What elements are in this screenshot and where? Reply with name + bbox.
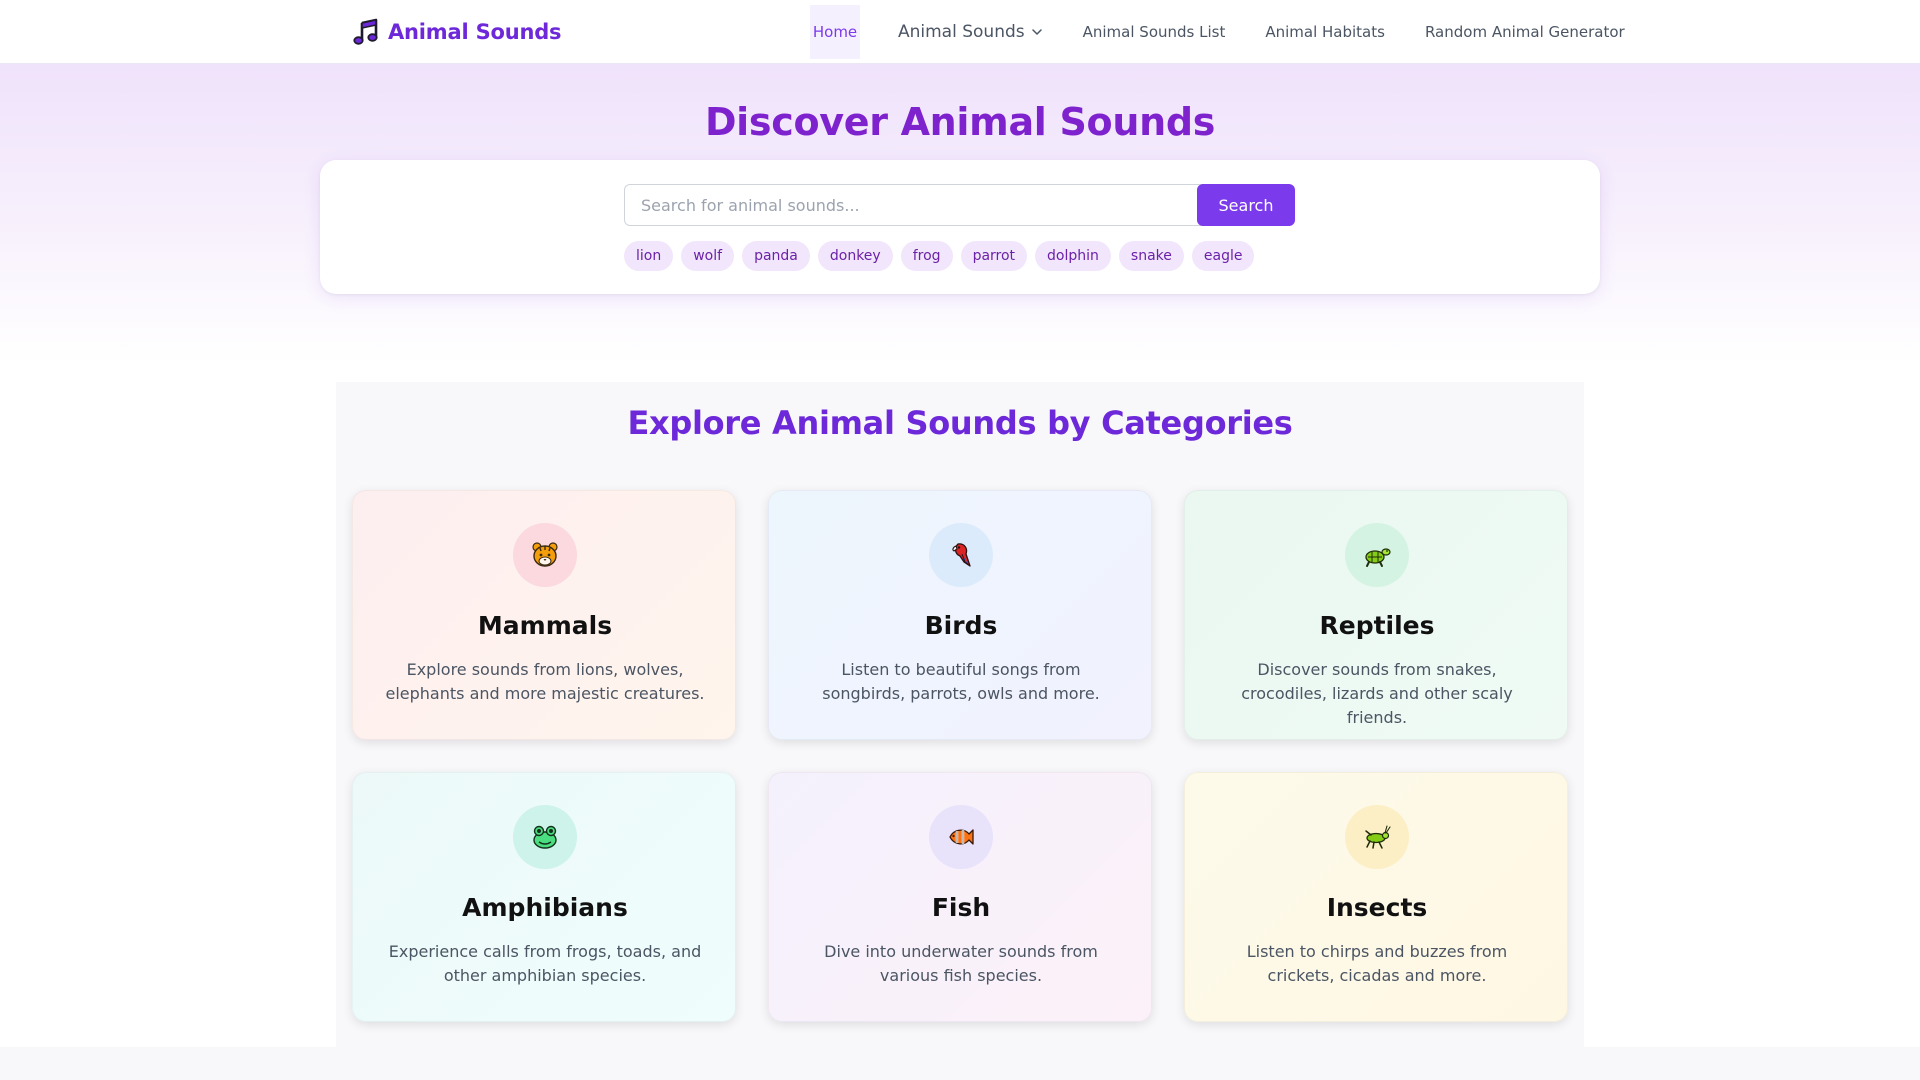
category-card-amphibians[interactable]: Amphibians Experience calls from frogs, …: [352, 772, 736, 1022]
category-title: Mammals: [477, 611, 613, 640]
turtle-icon: [1365, 548, 1391, 567]
category-icon-wrapper: [1345, 805, 1409, 869]
tag-lion[interactable]: lion: [624, 241, 674, 271]
category-title: Reptiles: [1319, 611, 1435, 640]
nav-random-animal-generator[interactable]: Random Animal Generator: [1425, 5, 1625, 59]
tag-frog[interactable]: frog: [900, 241, 953, 271]
category-description: Explore sounds from lions, wolves, eleph…: [385, 660, 705, 703]
category-icon-wrapper: [929, 805, 993, 869]
category-description: Dive into underwater sounds from various…: [824, 942, 1098, 985]
category-card-mammals[interactable]: Mammals Explore sounds from lions, wolve…: [352, 490, 736, 740]
search-button[interactable]: Search: [1197, 184, 1295, 226]
category-description: Experience calls from frogs, toads, and …: [388, 942, 702, 985]
category-icon-wrapper: [513, 805, 577, 869]
fish-icon: [949, 829, 974, 845]
category-description: Listen to beautiful songs from songbirds…: [822, 660, 1100, 703]
categories-title: Explore Animal Sounds by Categories: [627, 404, 1293, 442]
main-nav: Home Animal Sounds Animal Sounds List An…: [810, 5, 1625, 59]
tag-parrot[interactable]: parrot: [960, 241, 1028, 271]
brand-logo-link[interactable]: Animal Sounds: [352, 16, 562, 48]
category-card-insects[interactable]: Insects Listen to chirps and buzzes from…: [1184, 772, 1568, 1022]
tag-panda[interactable]: panda: [742, 241, 810, 271]
tag-donkey[interactable]: donkey: [817, 241, 893, 271]
nav-animal-sounds-list[interactable]: Animal Sounds List: [1083, 5, 1226, 59]
category-icon-wrapper: [513, 523, 577, 587]
category-icon-wrapper: [929, 523, 993, 587]
category-title: Fish: [931, 893, 991, 922]
category-card-birds[interactable]: Birds Listen to beautiful songs from son…: [768, 490, 1152, 740]
frog-icon: [533, 825, 557, 849]
tag-wolf[interactable]: wolf: [681, 241, 735, 271]
hero-title: Discover Animal Sounds: [704, 100, 1216, 144]
category-title: Amphibians: [462, 893, 628, 922]
chevron-down-icon: [1031, 29, 1042, 35]
category-card-fish[interactable]: Fish Dive into underwater sounds from va…: [768, 772, 1152, 1022]
nav-animal-sounds-dropdown[interactable]: Animal Sounds: [898, 5, 1043, 59]
nav-home[interactable]: Home: [810, 5, 860, 59]
category-description: Listen to chirps and buzzes from cricket…: [1246, 942, 1508, 985]
page-bottom-strip: [0, 1047, 1920, 1080]
tag-dolphin[interactable]: dolphin: [1035, 241, 1111, 271]
category-description: Discover sounds from snakes, crocodiles,…: [1241, 660, 1513, 727]
nav-animal-sounds-label: Animal Sounds: [898, 22, 1025, 42]
cricket-icon: [1365, 825, 1391, 849]
brand-name: Animal Sounds: [388, 20, 562, 44]
search-input[interactable]: [624, 184, 1208, 226]
tag-snake[interactable]: snake: [1118, 241, 1184, 271]
tiger-icon: [532, 542, 558, 567]
tag-eagle[interactable]: eagle: [1191, 241, 1255, 271]
category-card-reptiles[interactable]: Reptiles Discover sounds from snakes, cr…: [1184, 490, 1568, 740]
nav-animal-habitats[interactable]: Animal Habitats: [1265, 5, 1385, 59]
popular-tags: lion wolf panda donkey frog parrot dolph…: [624, 241, 1255, 271]
category-title: Insects: [1326, 893, 1428, 922]
category-icon-wrapper: [1345, 523, 1409, 587]
categories-section: Explore Animal Sounds by Categories Mamm…: [336, 382, 1584, 1047]
parrot-icon: [952, 543, 971, 567]
category-title: Birds: [924, 611, 998, 640]
music-note-icon: [353, 18, 378, 45]
top-navbar: Animal Sounds Home Animal Sounds Animal …: [0, 0, 1920, 64]
search-card: Search lion wolf panda donkey frog parro…: [320, 160, 1600, 294]
